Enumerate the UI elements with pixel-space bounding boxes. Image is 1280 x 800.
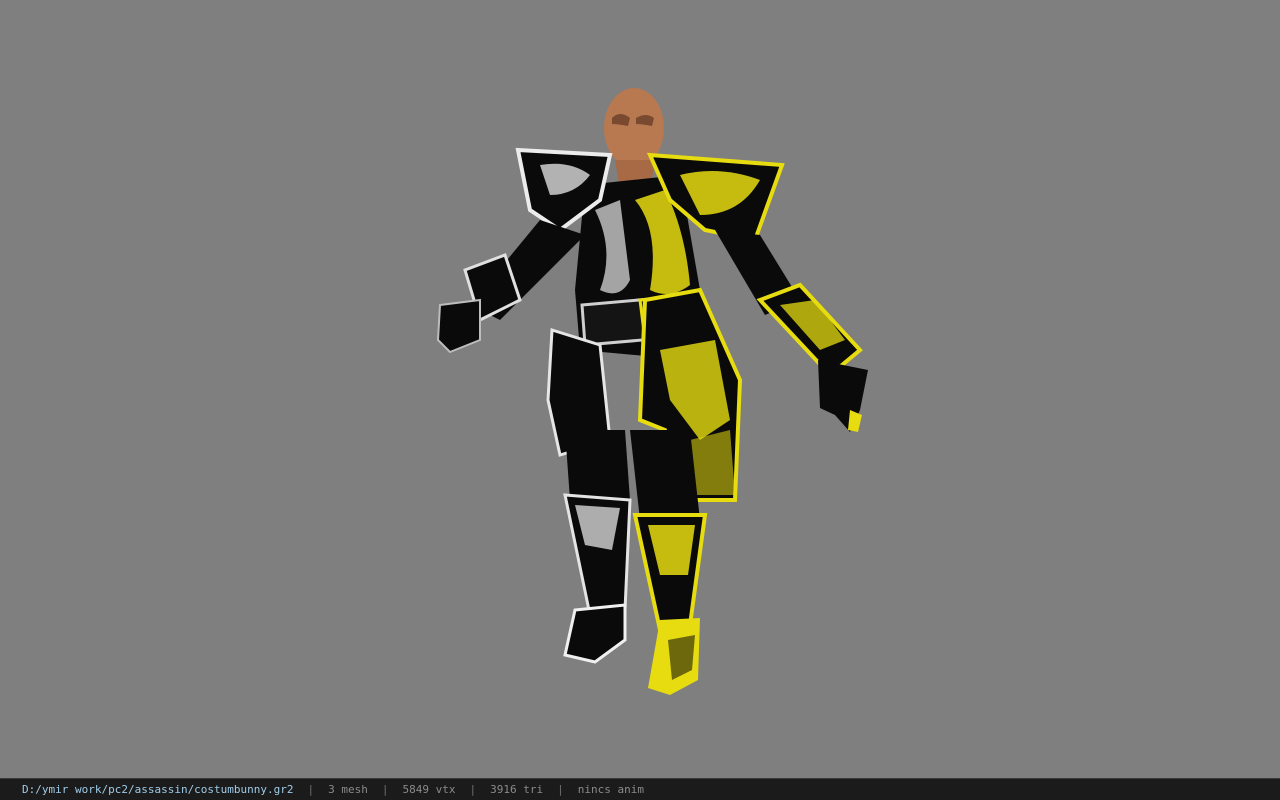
left-leg (565, 430, 630, 500)
left-glove (436, 298, 481, 354)
status-separator: | (381, 783, 389, 796)
model-viewport[interactable] (0, 0, 1280, 778)
right-leg (630, 430, 700, 520)
status-bar: D:/ymir work/pc2/assassin/costumbunny.gr… (0, 778, 1280, 800)
animation-status: nincs anim (577, 783, 644, 796)
status-separator: | (557, 783, 564, 796)
right-tasset-lower-pattern (690, 430, 735, 495)
status-separator: | (307, 783, 315, 796)
vertex-count: 5849 vtx (402, 783, 456, 796)
status-separator: | (469, 783, 477, 796)
right-glove-thumb (848, 410, 862, 432)
file-path: D:/ymir work/pc2/assassin/costumbunny.gr… (22, 783, 294, 796)
triangle-count: 3916 tri (490, 783, 544, 796)
mesh-count: 3 mesh (328, 783, 368, 796)
left-boot (563, 603, 627, 664)
character-model[interactable] (0, 0, 1280, 778)
